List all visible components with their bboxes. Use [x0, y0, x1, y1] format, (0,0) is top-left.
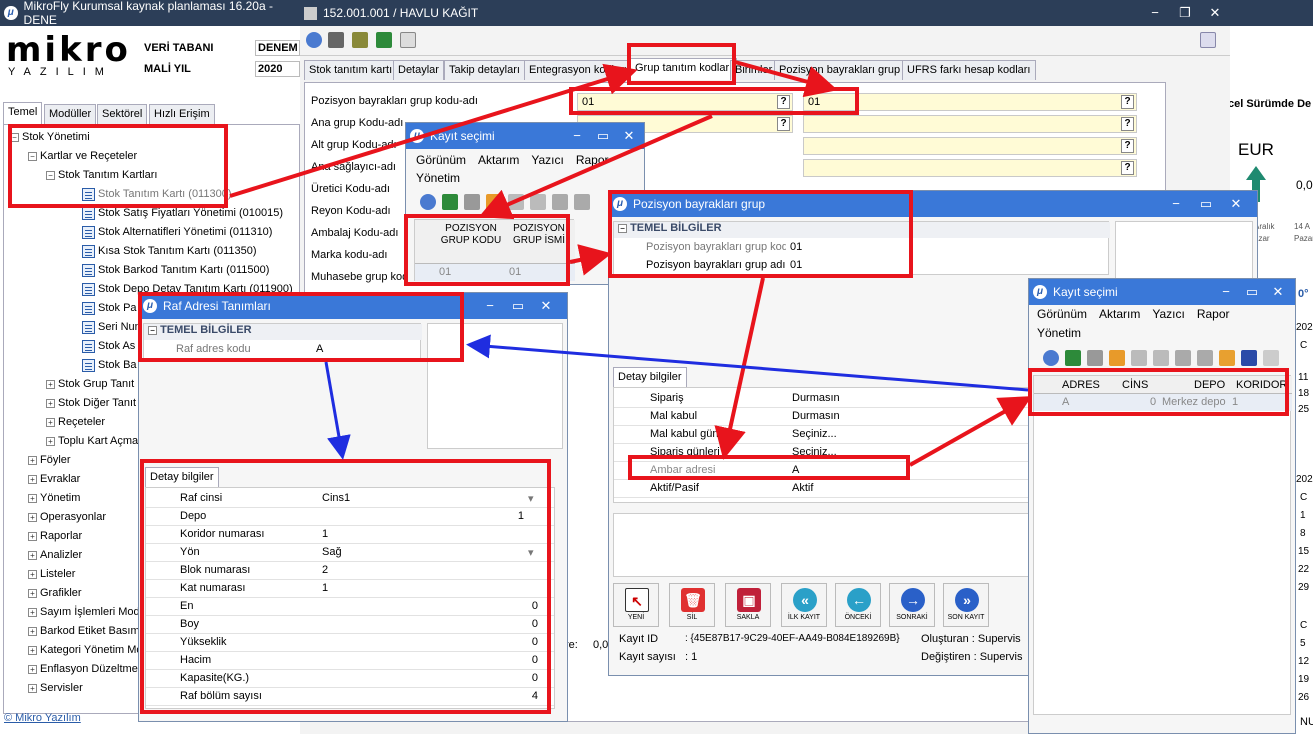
arrow-field-to-kayit	[478, 114, 713, 220]
arrow-raf-to-detail	[324, 361, 351, 460]
arrow-kayit2-to-raf	[466, 334, 1029, 392]
arrow-kayit-to-pozisyon	[569, 244, 612, 276]
annotation-arrows	[229, 60, 1032, 467]
arrow-ambar-to-kayit2	[909, 396, 1032, 467]
arrow-tab-to-field	[734, 60, 838, 98]
